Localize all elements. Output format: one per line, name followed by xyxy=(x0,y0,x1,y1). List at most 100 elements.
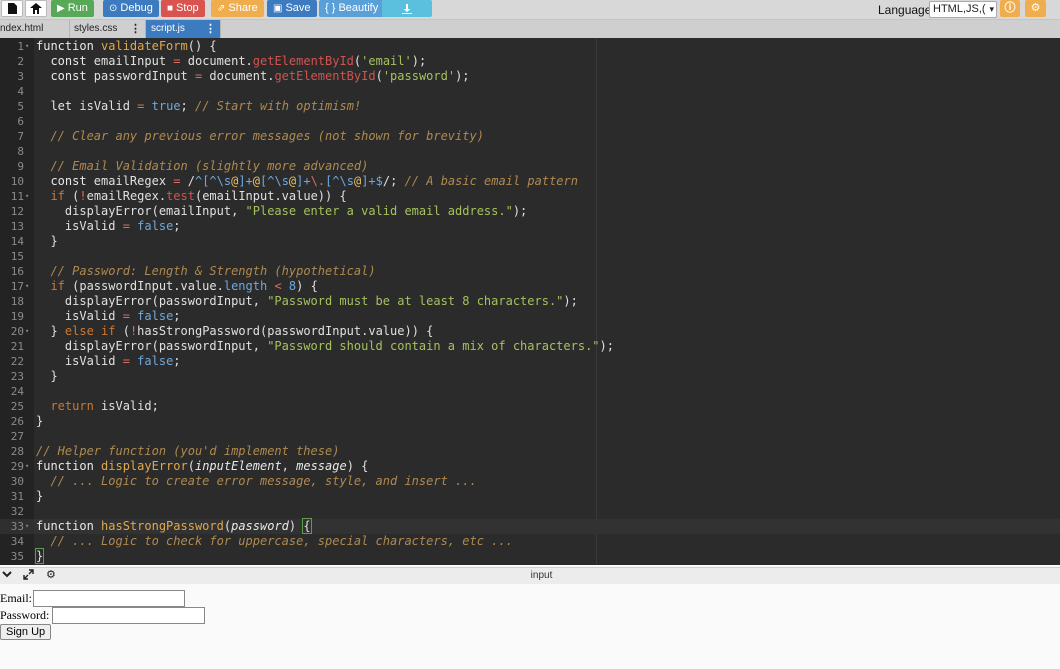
output-panel-header: ⚙ input xyxy=(0,567,1060,584)
code-line[interactable]: 33 ▾ function hasStrongPassword(password) … xyxy=(0,518,1060,534)
code-line[interactable]: 20 ▾ } else if (!hasStrongPassword(passwo… xyxy=(0,324,1060,339)
code-line[interactable]: 28 // Helper function (you'd implement th… xyxy=(0,444,1060,459)
code-line[interactable]: 25 return isValid; xyxy=(0,399,1060,414)
fold-arrow-icon[interactable]: ▾ xyxy=(25,39,29,54)
line-number: 2 xyxy=(17,55,24,68)
language-label: Language xyxy=(878,3,932,17)
stop-button[interactable]: ■ Stop xyxy=(161,0,205,17)
tab-styles-css[interactable]: styles.css ⋮ xyxy=(70,20,146,38)
run-button[interactable]: ▶ Run xyxy=(51,0,94,17)
stop-icon: ■ xyxy=(167,3,174,14)
code-line[interactable]: 9 // Email Validation (slightly more adv… xyxy=(0,159,1060,174)
code-line[interactable]: 8 xyxy=(0,144,1060,159)
line-number: 31 xyxy=(10,490,24,503)
code-line[interactable]: 13 isValid = false; xyxy=(0,219,1060,234)
code-line[interactable]: 2 const emailInput = document.getElement… xyxy=(0,54,1060,69)
debug-button[interactable]: ⊙ Debug xyxy=(103,0,159,17)
line-number: 20 xyxy=(10,325,24,338)
share-button[interactable]: ⇗ Share xyxy=(211,0,264,17)
code-line[interactable]: 23 } xyxy=(0,369,1060,384)
line-number: 13 xyxy=(10,220,24,233)
password-label: Password: xyxy=(0,608,50,622)
line-number: 29 xyxy=(10,460,24,473)
code-text: } xyxy=(36,489,44,503)
toolbar: ▶ Run ⊙ Debug ■ Stop ⇗ Share ▣ Save { } Beaut… xyxy=(0,0,1060,20)
code-text: isValid = false; xyxy=(36,309,181,323)
line-number: 24 xyxy=(10,385,24,398)
code-text: } xyxy=(36,369,58,383)
password-field[interactable] xyxy=(52,607,205,624)
debug-icon: ⊙ xyxy=(109,3,118,14)
code-text: return isValid; xyxy=(50,399,159,413)
code-line[interactable]: 7 // Clear any previous error messages (… xyxy=(0,129,1060,144)
code-text: let isValid = true; // Start with optimi… xyxy=(50,99,362,113)
fold-arrow-icon[interactable]: ▾ xyxy=(25,459,29,474)
code-line[interactable]: 12 displayError(emailInput, "Please ente… xyxy=(0,204,1060,219)
fold-arrow-icon[interactable]: ▾ xyxy=(25,279,29,294)
code-line[interactable]: 16 // Password: Length & Strength (hypot… xyxy=(0,264,1060,279)
settings-button[interactable]: ⚙ xyxy=(1025,0,1046,17)
code-line[interactable]: 10 const emailRegex = /^[^\s@]+@[^\s@]+\… xyxy=(0,174,1060,189)
code-line[interactable]: 30 // ... Logic to create error message,… xyxy=(0,474,1060,489)
line-number: 33 xyxy=(10,520,24,533)
line-number: 16 xyxy=(10,265,24,278)
code-text: // ... Logic to check for uppercase, spe… xyxy=(50,534,513,548)
line-number: 9 xyxy=(17,160,24,173)
new-file-button[interactable] xyxy=(1,0,23,17)
code-line[interactable]: 19 isValid = false; xyxy=(0,309,1060,324)
code-line[interactable]: 35} xyxy=(0,548,1060,564)
code-line[interactable]: 26} xyxy=(0,414,1060,429)
code-line[interactable]: 22 isValid = false; xyxy=(0,354,1060,369)
kebab-menu-icon[interactable]: ⋮ xyxy=(130,20,141,38)
code-line[interactable]: 27 xyxy=(0,429,1060,444)
code-line[interactable]: 11 ▾ if (!emailRegex.test(emailInput.valu… xyxy=(0,189,1060,204)
code-line[interactable]: 5 let isValid = true; // Start with opti… xyxy=(0,99,1060,114)
code-line[interactable]: 1 ▾ function validateForm() { xyxy=(0,39,1060,54)
code-editor[interactable]: 1 ▾ function validateForm() {2 const email… xyxy=(0,38,1060,565)
code-text: // ... Logic to create error message, st… xyxy=(50,474,477,488)
code-text: } xyxy=(36,414,44,428)
line-number: 26 xyxy=(10,415,24,428)
tab-index-html[interactable]: ndex.html xyxy=(0,20,70,38)
code-line[interactable]: 21 displayError(passwordInput, "Password… xyxy=(0,339,1060,354)
line-number: 18 xyxy=(10,295,24,308)
sign-up-button[interactable]: Sign Up xyxy=(0,624,52,640)
fold-arrow-icon[interactable]: ▾ xyxy=(25,324,29,339)
info-button[interactable]: ⓘ xyxy=(1000,0,1020,17)
code-line[interactable]: 32 xyxy=(0,504,1060,519)
line-number: 6 xyxy=(17,115,24,128)
gear-icon: ⚙ xyxy=(1030,2,1041,14)
code-line[interactable]: 14 } xyxy=(0,234,1060,249)
code-line[interactable]: 4 xyxy=(0,84,1060,99)
code-line[interactable]: 6 xyxy=(0,114,1060,129)
line-number: 32 xyxy=(10,505,24,518)
beautify-button[interactable]: { } Beautify xyxy=(319,0,385,17)
file-icon xyxy=(7,3,17,14)
email-field[interactable] xyxy=(33,590,185,607)
code-line[interactable]: 34 // ... Logic to check for uppercase, … xyxy=(0,534,1060,549)
kebab-menu-icon[interactable]: ⋮ xyxy=(205,20,216,38)
line-number: 19 xyxy=(10,310,24,323)
save-button[interactable]: ▣ Save xyxy=(267,0,317,17)
download-button[interactable] xyxy=(382,0,432,17)
code-line[interactable]: 3 const passwordInput = document.getElem… xyxy=(0,69,1060,84)
fold-arrow-icon[interactable]: ▾ xyxy=(25,189,29,204)
code-line[interactable]: 15 xyxy=(0,249,1060,264)
code-line[interactable]: 17 ▾ if (passwordInput.value.length < 8) … xyxy=(0,279,1060,294)
language-select[interactable]: HTML,JS,( ▾ xyxy=(929,1,997,18)
code-text: if (!emailRegex.test(emailInput.value)) … xyxy=(50,189,347,203)
tab-script-js[interactable]: script.js ⋮ xyxy=(146,20,221,38)
code-text: // Password: Length & Strength (hypothet… xyxy=(50,264,376,278)
chevron-down-icon: ▾ xyxy=(989,4,994,14)
code-text: if (passwordInput.value.length < 8) { xyxy=(50,279,318,293)
line-number: 34 xyxy=(10,535,24,548)
fold-arrow-icon[interactable]: ▾ xyxy=(25,519,29,534)
download-icon xyxy=(402,3,412,14)
code-text: isValid = false; xyxy=(36,354,181,368)
play-icon: ▶ xyxy=(57,3,65,14)
code-line[interactable]: 18 displayError(passwordInput, "Password… xyxy=(0,294,1060,309)
fork-button[interactable] xyxy=(25,0,47,17)
code-line[interactable]: 29 ▾ function displayError(inputElement, m… xyxy=(0,459,1060,474)
code-line[interactable]: 24 xyxy=(0,384,1060,399)
code-line[interactable]: 31} xyxy=(0,489,1060,504)
